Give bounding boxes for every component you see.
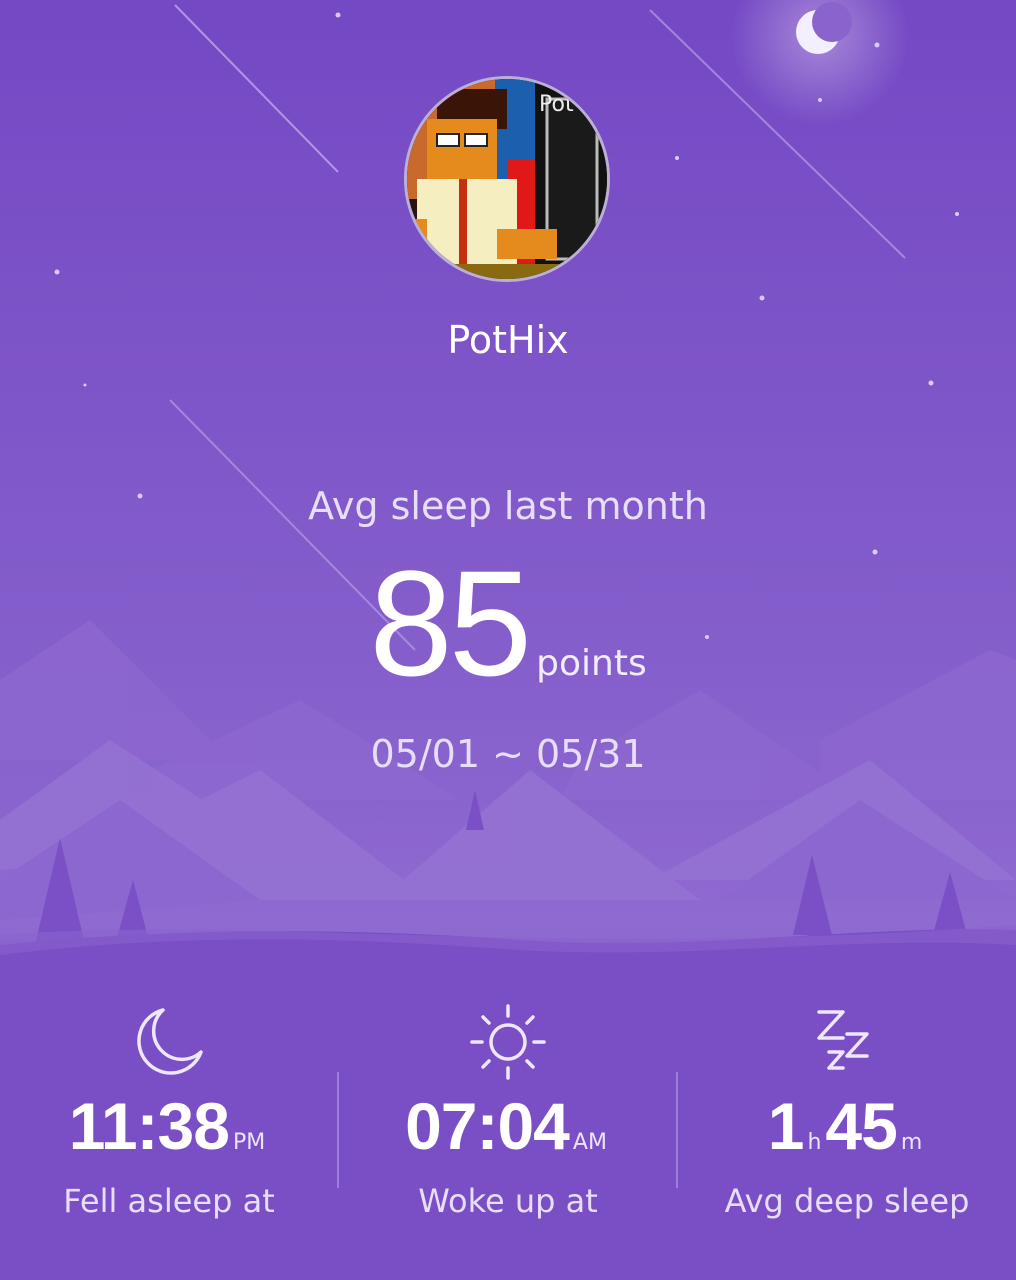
deep-sleep-hours: 1 [767,1089,805,1163]
fell-asleep-meridiem: PM [232,1130,266,1155]
stat-deep-sleep: 1 h45 m Avg deep sleep [678,1000,1016,1220]
deep-sleep-hours-unit: h [807,1130,822,1155]
pixel-art-avatar-icon: Pot [407,79,607,279]
stat-woke-up: 07:04 AM Woke up at [339,1000,677,1220]
sun-icon [339,1000,677,1084]
woke-up-label: Woke up at [418,1182,598,1220]
deep-sleep-label: Avg deep sleep [724,1182,970,1220]
sleep-score-unit: points [536,643,647,684]
avg-sleep-label: Avg sleep last month [308,484,708,528]
zzz-icon [678,1000,1016,1084]
woke-up-time: 07:04 [405,1089,570,1163]
date-range: 05/01 ~ 05/31 [370,732,646,776]
stat-fell-asleep: 11:38 PM Fell asleep at [0,1000,338,1220]
fell-asleep-time: 11:38 [68,1089,230,1163]
sleep-score: 85 points [0,548,1016,698]
profile-avatar[interactable]: Pot [404,76,610,282]
username: PotHix [447,318,569,362]
deep-sleep-minutes-unit: m [900,1130,923,1155]
sleep-score-value: 85 [369,539,532,707]
moon-icon [0,1000,338,1084]
woke-up-meridiem: AM [572,1130,607,1155]
deep-sleep-minutes: 45 [825,1089,897,1163]
avatar-text: Pot [539,92,574,117]
fell-asleep-label: Fell asleep at [63,1182,275,1220]
